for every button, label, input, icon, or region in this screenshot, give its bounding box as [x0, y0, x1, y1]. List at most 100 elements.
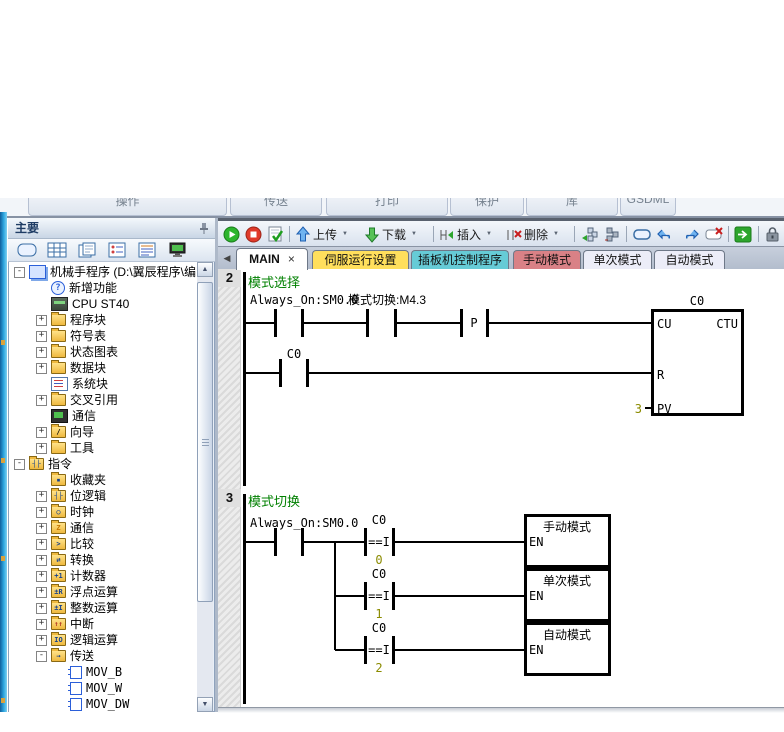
scroll-down-button[interactable]	[197, 697, 213, 712]
compare-branch[interactable]: C0 ==I 0 手动模式 EN	[335, 513, 610, 567]
contact[interactable]	[368, 309, 396, 337]
expand-toggle[interactable]: -	[14, 267, 25, 278]
network-3[interactable]: 模式切换 Always_On:SM0.0 C0 ==I 0 手动模式 EN	[245, 494, 610, 704]
expand-toggle[interactable]: +	[36, 427, 47, 438]
tab-board-inserter[interactable]: 插板机控制程序	[411, 250, 509, 269]
expand-toggle[interactable]: +	[36, 539, 47, 550]
tab-scroll-left-button[interactable]	[220, 251, 234, 266]
compile-button[interactable]	[267, 224, 284, 244]
tree-item-wizard[interactable]: +/向导	[9, 424, 94, 440]
tab-main[interactable]: MAIN×	[236, 248, 308, 270]
delete-button[interactable]: 删除	[506, 224, 559, 244]
insert-box-button[interactable]	[632, 224, 652, 244]
pou-view-icon[interactable]	[74, 242, 100, 259]
address-blocks-button[interactable]	[603, 224, 622, 244]
tree-item-convert[interactable]: +⇄转换	[9, 552, 94, 568]
run-button[interactable]	[223, 224, 240, 244]
status-view-icon[interactable]	[104, 242, 130, 259]
tree-item-comm-instr[interactable]: +Z通信	[9, 520, 94, 536]
download-button[interactable]: 下载	[364, 224, 417, 244]
network-number[interactable]: 2	[218, 269, 241, 287]
comm-view-icon[interactable]	[164, 242, 190, 259]
expand-toggle[interactable]: +	[36, 619, 47, 630]
contact[interactable]	[276, 309, 303, 337]
lock-button[interactable]	[764, 224, 781, 244]
expand-toggle[interactable]: +	[36, 635, 47, 646]
compare-branch[interactable]: C0 ==I 2 自动模式 EN	[335, 621, 610, 675]
expand-toggle[interactable]: +	[36, 443, 47, 454]
symbol-view-icon[interactable]	[14, 242, 40, 259]
scrollbar-thumb[interactable]	[197, 282, 213, 602]
tree-item-program-block[interactable]: +程序块	[9, 312, 106, 328]
expand-toggle[interactable]: +	[36, 347, 47, 358]
tree-item-integer-math[interactable]: +±I整数运算	[9, 600, 118, 616]
expand-toggle[interactable]: +	[36, 571, 47, 582]
tab-manual-mode[interactable]: 手动模式	[513, 250, 581, 269]
tree-item-interrupt[interactable]: +↑↑中断	[9, 616, 94, 632]
tree-item-symbol-table[interactable]: +符号表	[9, 328, 106, 344]
expand-toggle[interactable]: +	[36, 523, 47, 534]
expand-toggle[interactable]: -	[36, 651, 47, 662]
contact[interactable]: C0	[281, 347, 308, 387]
contact-operand[interactable]: 模式切换:M4.3	[348, 293, 426, 307]
delete-box-button[interactable]	[704, 224, 724, 244]
tree-item-communication[interactable]: 通信	[9, 408, 96, 424]
upload-button[interactable]: 上传	[295, 224, 348, 244]
stop-button[interactable]	[245, 224, 262, 244]
redo-button[interactable]	[680, 224, 700, 244]
tab-single-mode[interactable]: 单次模式	[583, 250, 652, 269]
expand-toggle[interactable]: +	[36, 507, 47, 518]
tree-item-instructions[interactable]: -┤├指令	[9, 456, 72, 472]
expand-toggle[interactable]: +	[36, 395, 47, 406]
network-title[interactable]: 模式切换	[248, 494, 300, 509]
compare-blocks-button[interactable]	[580, 224, 599, 244]
scroll-up-button[interactable]	[197, 262, 213, 277]
expand-toggle[interactable]: +	[36, 315, 47, 326]
tree-item-system-block[interactable]: 系统块	[9, 376, 108, 392]
tree-item-logic-operations[interactable]: +IO逻辑运算	[9, 632, 118, 648]
panel-header[interactable]: 主要	[8, 218, 215, 239]
undo-button[interactable]	[656, 224, 676, 244]
expand-toggle[interactable]: +	[36, 331, 47, 342]
compare-branch[interactable]: C0 ==I 1 单次模式 EN	[335, 567, 610, 621]
positive-edge-contact[interactable]: P	[462, 309, 488, 337]
tree-item-float-math[interactable]: +±R浮点运算	[9, 584, 118, 600]
goto-button[interactable]	[734, 224, 752, 244]
network-2[interactable]: 模式选择 Always_On:SM0.0 模式切换:M4.3 P C0	[245, 272, 743, 486]
tree-item-status-chart[interactable]: +状态图表	[9, 344, 118, 360]
tree-item-data-block[interactable]: +数据块	[9, 360, 106, 376]
tree-item-tools[interactable]: +工具	[9, 440, 94, 456]
tree-scrollbar[interactable]	[197, 262, 213, 712]
expand-toggle[interactable]: +	[36, 603, 47, 614]
tree-item-counter[interactable]: ++1计数器	[9, 568, 106, 584]
tree-item-mov-b[interactable]: MOV_B	[9, 664, 122, 680]
tree-item-compare[interactable]: +>比较	[9, 536, 94, 552]
expand-toggle[interactable]: +	[36, 555, 47, 566]
expand-toggle[interactable]: -	[14, 459, 25, 470]
pin-icon[interactable]	[199, 222, 209, 234]
tree-item-mov-dw[interactable]: MOV_DW	[9, 696, 129, 712]
tree-item-bit-logic[interactable]: +┤├位逻辑	[9, 488, 106, 504]
tree-item-cross-reference[interactable]: +交叉引用	[9, 392, 118, 408]
tab-servo-settings[interactable]: 伺服运行设置	[312, 250, 409, 269]
network-number[interactable]: 3	[218, 489, 241, 507]
tree-item-move[interactable]: -→传送	[9, 648, 94, 664]
insert-button[interactable]: 插入	[439, 224, 492, 244]
ladder-diagram[interactable]: 模式选择 Always_On:SM0.0 模式切换:M4.3 P C0	[241, 268, 784, 714]
counter-box[interactable]: C0 CU CTU R PV 3	[635, 294, 743, 416]
tree-item-clock[interactable]: +○时钟	[9, 504, 94, 520]
expand-toggle[interactable]: +	[36, 363, 47, 374]
expand-toggle[interactable]: +	[36, 491, 47, 502]
table-view-icon[interactable]	[44, 242, 70, 259]
data-view-icon[interactable]	[134, 242, 160, 259]
close-tab-icon[interactable]: ×	[288, 252, 295, 266]
tab-auto-mode[interactable]: 自动模式	[654, 250, 725, 269]
contact-operand[interactable]: Always_On:SM0.0	[250, 516, 358, 530]
network-title[interactable]: 模式选择	[248, 275, 300, 290]
tree-item-mov-w[interactable]: MOV_W	[9, 680, 122, 696]
expand-toggle[interactable]: +	[36, 587, 47, 598]
contact-operand[interactable]: Always_On:SM0.0	[250, 293, 358, 307]
contact[interactable]	[276, 528, 303, 556]
tree-item-whats-new[interactable]: ?新增功能	[9, 280, 117, 296]
tree-item-cpu[interactable]: CPU ST40	[9, 296, 129, 312]
